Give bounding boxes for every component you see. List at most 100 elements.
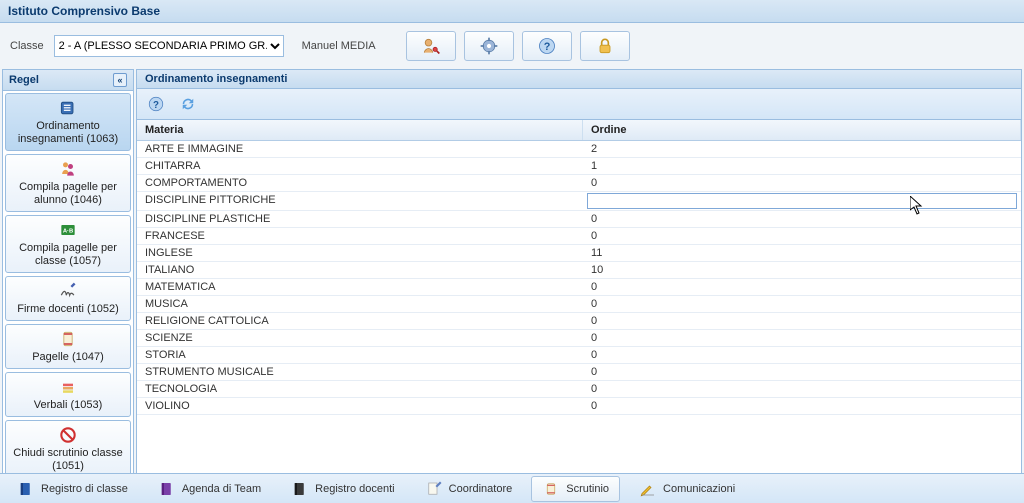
cell-ordine: 0 bbox=[583, 347, 1021, 363]
forbidden-icon bbox=[8, 425, 128, 445]
table-row[interactable]: MUSICA0 bbox=[137, 296, 1021, 313]
cell-materia: VIOLINO bbox=[137, 398, 583, 414]
student-doc-icon bbox=[8, 159, 128, 179]
sidebar-item-0[interactable]: Ordinamento insegnamenti (1063) bbox=[5, 93, 131, 151]
cell-ordine: 0 bbox=[583, 279, 1021, 295]
lock-button[interactable] bbox=[580, 31, 630, 61]
sidebar-item-4[interactable]: Pagelle (1047) bbox=[5, 324, 131, 369]
sidebar-item-label: Compila pagelle per alunno (1046) bbox=[8, 181, 128, 207]
sidebar-item-label: Chiudi scrutinio classe (1051) bbox=[8, 447, 128, 473]
user-key-icon bbox=[421, 36, 441, 56]
stack-doc-icon bbox=[8, 377, 128, 397]
scroll-small-icon bbox=[542, 480, 560, 498]
cell-ordine: 0 bbox=[583, 296, 1021, 312]
refresh-button[interactable] bbox=[175, 93, 201, 115]
cell-ordine: 0 bbox=[583, 211, 1021, 227]
help-icon: ? bbox=[537, 36, 557, 56]
cell-ordine: 11 bbox=[583, 245, 1021, 261]
bottom-btn-label: Agenda di Team bbox=[182, 483, 261, 495]
ordine-input[interactable] bbox=[587, 193, 1017, 209]
cell-materia: COMPORTAMENTO bbox=[137, 175, 583, 191]
signature-icon bbox=[8, 281, 128, 301]
table-row[interactable]: RELIGIONE CATTOLICA0 bbox=[137, 313, 1021, 330]
pen-doc-icon bbox=[425, 480, 443, 498]
cell-materia: ARTE E IMMAGINE bbox=[137, 141, 583, 157]
help-button[interactable]: ? bbox=[522, 31, 572, 61]
col-header-materia[interactable]: Materia bbox=[137, 120, 583, 140]
cell-ordine: 1 bbox=[583, 158, 1021, 174]
bottom-btn-3[interactable]: Coordinatore bbox=[414, 476, 524, 502]
sidebar-item-label: Verbali (1053) bbox=[8, 399, 128, 412]
sidebar-item-label: Compila pagelle per classe (1057) bbox=[8, 242, 128, 268]
table-row[interactable]: ARTE E IMMAGINE2 bbox=[137, 141, 1021, 158]
book-purple-icon bbox=[158, 480, 176, 498]
sidebar-item-label: Firme docenti (1052) bbox=[8, 303, 128, 316]
settings-button[interactable] bbox=[464, 31, 514, 61]
cell-ordine: 0 bbox=[583, 313, 1021, 329]
table-row[interactable]: TECNOLOGIA0 bbox=[137, 381, 1021, 398]
cell-ordine[interactable] bbox=[583, 192, 1021, 210]
table-row[interactable]: FRANCESE0 bbox=[137, 228, 1021, 245]
cell-ordine: 0 bbox=[583, 330, 1021, 346]
app-title: Istituto Comprensivo Base bbox=[0, 0, 1024, 23]
bottom-btn-label: Coordinatore bbox=[449, 483, 513, 495]
sidebar-item-6[interactable]: Chiudi scrutinio classe (1051) bbox=[5, 420, 131, 476]
collapse-sidebar-button[interactable]: « bbox=[113, 73, 127, 87]
cell-materia: FRANCESE bbox=[137, 228, 583, 244]
cell-ordine: 2 bbox=[583, 141, 1021, 157]
lock-icon bbox=[595, 36, 615, 56]
bottom-btn-label: Registro docenti bbox=[315, 483, 395, 495]
cell-ordine: 0 bbox=[583, 398, 1021, 414]
abc-board-icon: A·B bbox=[8, 220, 128, 240]
cell-ordine: 0 bbox=[583, 364, 1021, 380]
ordering-icon bbox=[8, 98, 128, 118]
sidebar-item-2[interactable]: A·B Compila pagelle per classe (1057) bbox=[5, 215, 131, 273]
cell-materia: DISCIPLINE PITTORICHE bbox=[137, 192, 583, 210]
cell-materia: TECNOLOGIA bbox=[137, 381, 583, 397]
main-panel: Ordinamento insegnamenti ? Materia Ordin… bbox=[136, 69, 1022, 477]
table-row[interactable]: COMPORTAMENTO0 bbox=[137, 175, 1021, 192]
cell-materia: ITALIANO bbox=[137, 262, 583, 278]
scroll-icon bbox=[8, 329, 128, 349]
bottom-btn-0[interactable]: Registro di classe bbox=[6, 476, 139, 502]
grid: Materia Ordine ARTE E IMMAGINE2CHITARRA1… bbox=[137, 120, 1021, 476]
sidebar-item-1[interactable]: Compila pagelle per alunno (1046) bbox=[5, 154, 131, 212]
bottom-btn-label: Scrutinio bbox=[566, 483, 609, 495]
table-row[interactable]: MATEMATICA0 bbox=[137, 279, 1021, 296]
col-header-ordine[interactable]: Ordine bbox=[583, 120, 1021, 140]
bottom-btn-2[interactable]: Registro docenti bbox=[280, 476, 406, 502]
sidebar-item-label: Pagelle (1047) bbox=[8, 351, 128, 364]
cell-ordine: 0 bbox=[583, 381, 1021, 397]
table-row[interactable]: DISCIPLINE PLASTICHE0 bbox=[137, 211, 1021, 228]
bottom-btn-5[interactable]: Comunicazioni bbox=[628, 476, 746, 502]
svg-text:A·B: A·B bbox=[63, 229, 73, 235]
table-row[interactable]: ITALIANO10 bbox=[137, 262, 1021, 279]
table-row[interactable]: STORIA0 bbox=[137, 347, 1021, 364]
sidebar-item-5[interactable]: Verbali (1053) bbox=[5, 372, 131, 417]
table-row[interactable]: CHITARRA1 bbox=[137, 158, 1021, 175]
bottom-btn-1[interactable]: Agenda di Team bbox=[147, 476, 272, 502]
cell-materia: SCIENZE bbox=[137, 330, 583, 346]
panel-help-button[interactable]: ? bbox=[143, 93, 169, 115]
table-row[interactable]: INGLESE11 bbox=[137, 245, 1021, 262]
book-blue-icon bbox=[17, 480, 35, 498]
sidebar-item-3[interactable]: Firme docenti (1052) bbox=[5, 276, 131, 321]
svg-text:?: ? bbox=[543, 41, 550, 53]
top-toolbar: Classe 2 - A (PLESSO SECONDARIA PRIMO GR… bbox=[0, 23, 1024, 69]
table-row[interactable]: STRUMENTO MUSICALE0 bbox=[137, 364, 1021, 381]
svg-text:?: ? bbox=[153, 100, 159, 111]
book-black-icon bbox=[291, 480, 309, 498]
user-name: Manuel MEDIA bbox=[302, 40, 376, 52]
cell-ordine: 10 bbox=[583, 262, 1021, 278]
table-row[interactable]: DISCIPLINE PITTORICHE bbox=[137, 192, 1021, 211]
cell-materia: RELIGIONE CATTOLICA bbox=[137, 313, 583, 329]
table-row[interactable]: SCIENZE0 bbox=[137, 330, 1021, 347]
class-select[interactable]: 2 - A (PLESSO SECONDARIA PRIMO GR.) bbox=[54, 35, 284, 57]
table-row[interactable]: VIOLINO0 bbox=[137, 398, 1021, 415]
bottom-btn-label: Registro di classe bbox=[41, 483, 128, 495]
cell-ordine: 0 bbox=[583, 175, 1021, 191]
cell-ordine: 0 bbox=[583, 228, 1021, 244]
user-key-button[interactable] bbox=[406, 31, 456, 61]
bottom-btn-4[interactable]: Scrutinio bbox=[531, 476, 620, 502]
refresh-icon bbox=[179, 95, 197, 113]
